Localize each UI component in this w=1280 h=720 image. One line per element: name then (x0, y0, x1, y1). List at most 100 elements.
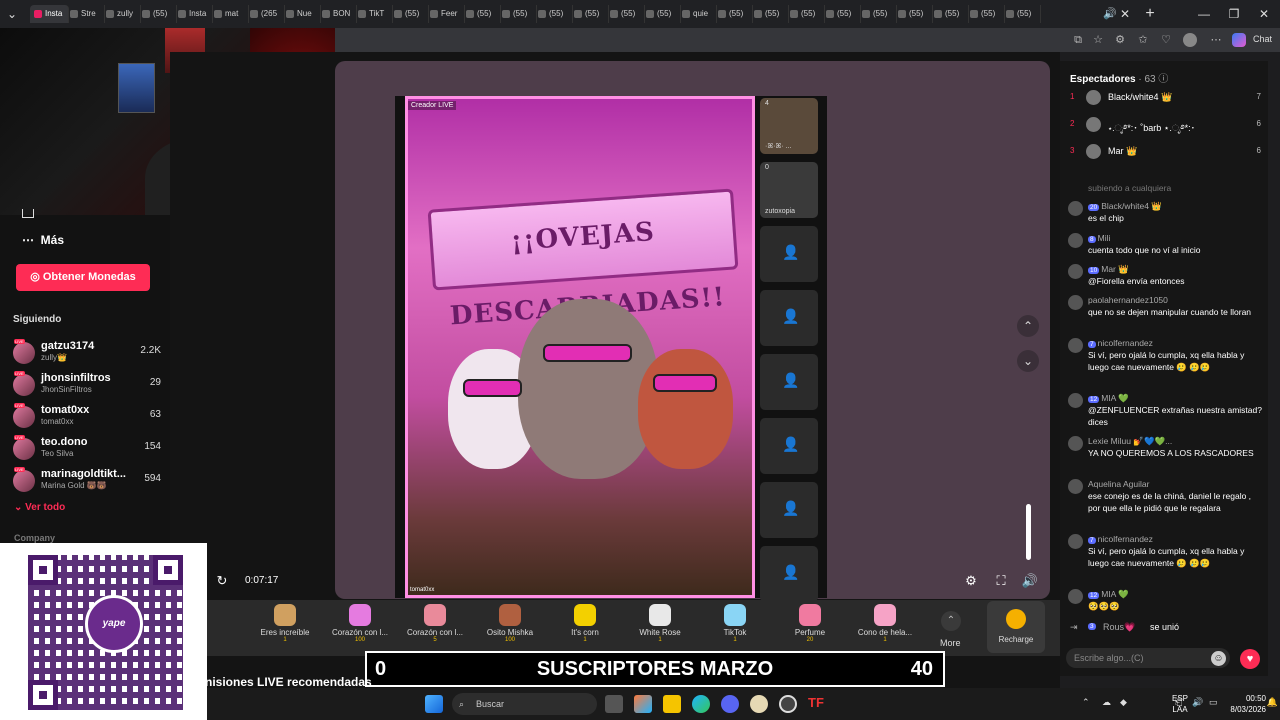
app-icon[interactable] (750, 695, 768, 713)
following-item[interactable]: tomat0xxtomat0xx 63 (13, 403, 163, 432)
browser-tab[interactable]: (55) (498, 5, 537, 23)
join-username[interactable]: Rous💗 (1103, 622, 1135, 633)
fullscreen-icon[interactable]: ⛶ (992, 572, 1010, 590)
avatar[interactable] (1068, 233, 1083, 248)
avatar[interactable] (1068, 589, 1083, 604)
edge-icon[interactable] (692, 695, 710, 713)
close-tab-icon[interactable]: ✕ (1117, 0, 1133, 28)
following-item[interactable]: marinagoldtikt...Marina Gold 🐻🐻 594 (13, 467, 163, 496)
next-live-button[interactable]: ⌄ (1017, 350, 1039, 372)
gift-item[interactable]: TikTok 1 (700, 604, 770, 654)
browser-tab[interactable]: (55) (894, 5, 933, 23)
chat-input[interactable]: Escribe algo...(C) (1066, 648, 1230, 668)
avatar[interactable] (1068, 534, 1083, 549)
task-view-icon[interactable] (605, 695, 623, 713)
browser-tab[interactable]: Insta (30, 5, 69, 23)
onedrive-icon[interactable]: ☁ (1102, 697, 1111, 708)
browser-tab[interactable]: (55) (930, 5, 969, 23)
empty-guest-slot[interactable]: 👤 (760, 546, 818, 602)
avatar[interactable] (1068, 201, 1083, 216)
gift-item[interactable]: Cono de hela... 1 (850, 604, 920, 654)
volume-tray-icon[interactable]: 🔊 (1192, 697, 1203, 708)
browser-tab[interactable]: zully (102, 5, 141, 23)
browser-tab[interactable]: (55) (138, 5, 177, 23)
see-all-link[interactable]: ⌄ Ver todo (14, 502, 65, 513)
avatar[interactable] (1068, 264, 1083, 279)
chat-button[interactable]: Chat (1253, 34, 1272, 44)
avatar[interactable] (1068, 338, 1083, 353)
battery-icon[interactable]: ▭ (1209, 697, 1218, 708)
browser-tab[interactable]: (55) (858, 5, 897, 23)
new-tab-icon[interactable]: + (1140, 0, 1160, 28)
minimize-icon[interactable]: — (1188, 0, 1220, 28)
extension-icon[interactable]: ⚙ (1112, 32, 1128, 48)
empty-guest-slot[interactable]: 👤 (760, 226, 818, 282)
sidebar-item-more[interactable]: ⋯ Más (22, 233, 64, 247)
bookmark-star-icon[interactable]: ☆ (1090, 32, 1106, 48)
like-heart-button[interactable]: ♥ (1240, 649, 1260, 669)
browser-tab[interactable]: (55) (1002, 5, 1041, 23)
windows-start-icon[interactable] (425, 695, 443, 713)
settings-icon[interactable]: ⚙ (962, 572, 980, 590)
system-clock[interactable]: 00:50 8/03/2026 (1230, 693, 1266, 715)
browser-tab[interactable]: quie (678, 5, 717, 23)
viewer-rank-row[interactable]: 2 ⋆.ೃ࿔*:･ ˚barb ⋆.ೃ࿔*:･ 6 (1068, 117, 1263, 135)
gift-item[interactable]: White Rose 1 (625, 604, 695, 654)
gift-more-button[interactable]: More (940, 638, 961, 648)
tiktok-tools-icon[interactable]: TF (808, 695, 826, 713)
refresh-icon[interactable]: ↻ (213, 572, 231, 590)
get-coins-button[interactable]: ◎ Obtener Monedas (16, 264, 150, 291)
open-in-app-icon[interactable]: ⧉ (1070, 32, 1086, 48)
discord-icon[interactable] (721, 695, 739, 713)
browser-tab[interactable]: Feer (426, 5, 465, 23)
browser-tab[interactable]: Stre (66, 5, 105, 23)
gift-item[interactable]: Corazón con l... 100 (325, 604, 395, 654)
close-window-icon[interactable]: ✕ (1248, 0, 1280, 28)
chat-username-line[interactable]: 8 Mili (1088, 233, 1110, 243)
taskbar-search[interactable]: ⌕ Buscar (452, 693, 597, 715)
chat-username-line[interactable]: Aquelina Aguilar (1088, 479, 1149, 489)
browser-tab[interactable]: (55) (570, 5, 609, 23)
chat-username-line[interactable]: 7 nicolfernandez (1088, 338, 1153, 348)
copilot-taskbar-icon[interactable] (634, 695, 652, 713)
menu-dots-icon[interactable]: ⋯ (1208, 32, 1224, 48)
volume-icon[interactable]: 🔊 (1021, 572, 1039, 590)
chat-username-line[interactable]: 10 Mar 👑 (1088, 264, 1129, 275)
empty-guest-slot[interactable]: 👤 (760, 418, 818, 474)
viewer-rank-row[interactable]: 1 Black/white4 👑 7 (1068, 90, 1263, 108)
following-item[interactable]: gatzu3174zully👑 2.2K (13, 339, 163, 368)
tray-chevron-icon[interactable]: ⌃ (1082, 697, 1090, 708)
viewers-heading[interactable]: Espectadores · 63 ⓘ (1070, 70, 1168, 85)
live-video[interactable]: Creador LIVE ¡¡OVEJAS DESCARRIADAS!! tom… (395, 96, 827, 602)
chat-username-line[interactable]: 20 Black/white4 👑 (1088, 201, 1162, 212)
browser-tab[interactable]: (55) (390, 5, 429, 23)
browser-tab[interactable]: (55) (750, 5, 789, 23)
favorites-icon[interactable]: ✩ (1135, 32, 1151, 48)
avatar[interactable] (1068, 479, 1083, 494)
gift-item[interactable]: It's corn 1 (550, 604, 620, 654)
browser-tab[interactable]: (55) (786, 5, 825, 23)
avatar[interactable] (1068, 393, 1083, 408)
recharge-button[interactable]: Recharge (987, 601, 1045, 653)
file-explorer-icon[interactable] (663, 695, 681, 713)
previous-live-button[interactable]: ⌃ (1017, 315, 1039, 337)
tab-list-dropdown-icon[interactable]: ⌄ (0, 0, 24, 28)
browser-tab[interactable]: mat (210, 5, 249, 23)
gift-item[interactable]: Perfume 20 (775, 604, 845, 654)
gift-item[interactable]: Eres increíble 1 (250, 604, 320, 654)
browser-tab[interactable]: (55) (966, 5, 1005, 23)
volume-slider[interactable] (1026, 504, 1031, 560)
browser-tab[interactable]: (55) (534, 5, 573, 23)
empty-guest-slot[interactable]: 👤 (760, 482, 818, 538)
emoji-icon[interactable]: ☺ (1211, 651, 1226, 666)
heart-extension-icon[interactable]: ♡ (1158, 32, 1174, 48)
guest-slot[interactable]: 4 ·ꕤ·ꕤ· ... (760, 98, 818, 154)
avatar[interactable] (1068, 295, 1083, 310)
browser-tab[interactable]: (55) (606, 5, 645, 23)
chat-username-line[interactable]: 12 MIA 💚 (1088, 589, 1129, 600)
tray-app-icon[interactable]: ◆ (1120, 697, 1127, 708)
following-item[interactable]: teo.donoTeo Silva 154 (13, 435, 163, 464)
chat-username-line[interactable]: 12 MIA 💚 (1088, 393, 1129, 404)
gift-more-chevron-icon[interactable]: ⌃ (941, 611, 961, 631)
profile-avatar-icon[interactable] (1183, 33, 1197, 47)
